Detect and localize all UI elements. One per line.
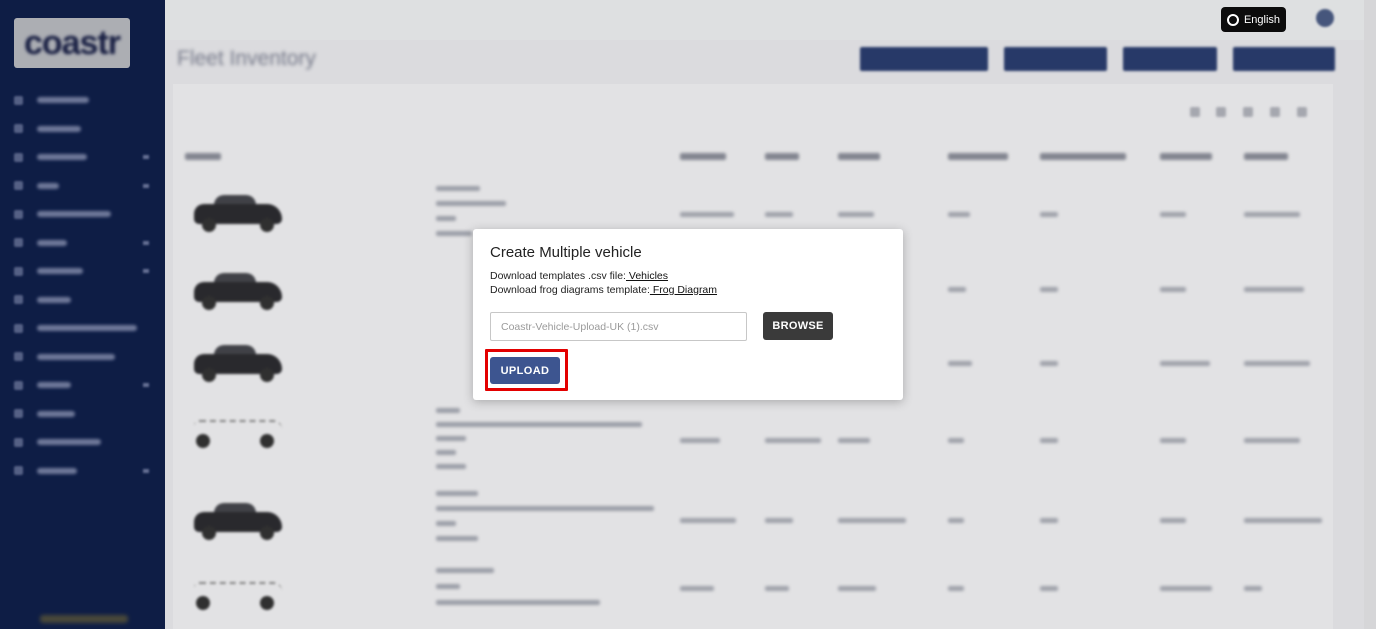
templates-text: Download templates .csv file: <box>490 270 626 282</box>
modal-title: Create Multiple vehicle <box>490 244 642 261</box>
browse-button[interactable]: BROWSE <box>763 312 833 340</box>
frog-diagram-line: Download frog diagrams template: Frog Di… <box>490 284 717 296</box>
frog-diagram-text: Download frog diagrams template: <box>490 284 650 296</box>
frog-diagram-template-link[interactable]: Frog Diagram <box>650 284 717 296</box>
circle-icon <box>1226 13 1239 26</box>
upload-button[interactable]: UPLOAD <box>490 357 560 384</box>
language-button[interactable]: English <box>1221 7 1286 32</box>
language-label: English <box>1243 13 1281 26</box>
vehicles-template-link[interactable]: Vehicles <box>626 270 668 282</box>
templates-line: Download templates .csv file: Vehicles <box>490 270 668 282</box>
create-multiple-vehicle-modal: Create Multiple vehicle Download templat… <box>473 229 903 400</box>
file-path-input[interactable] <box>490 312 747 341</box>
